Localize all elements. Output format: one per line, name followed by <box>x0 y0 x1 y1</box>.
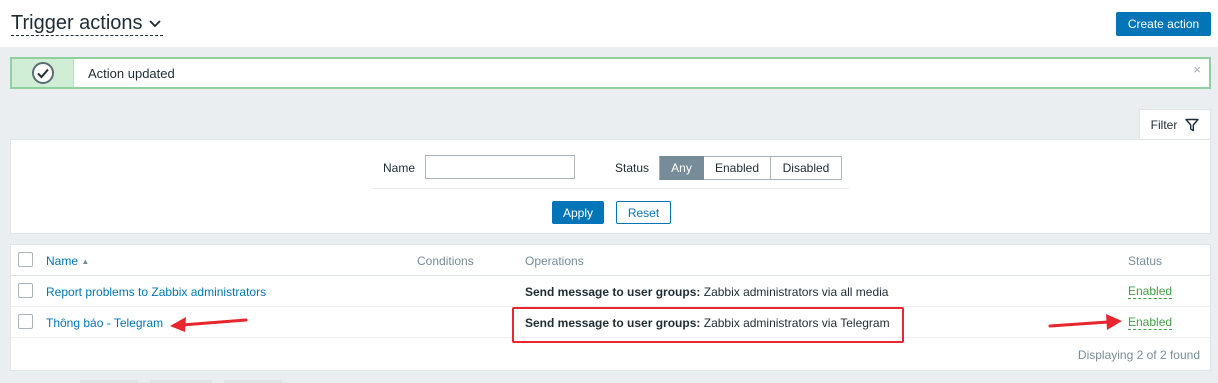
row-checkbox[interactable] <box>18 314 33 329</box>
table-header-row: Name ▲ Conditions Operations Status <box>11 245 1210 276</box>
success-message: Action updated × <box>10 57 1211 89</box>
action-name-link[interactable]: Thông báo - Telegram <box>46 316 163 330</box>
sort-asc-icon: ▲ <box>81 257 90 266</box>
filter-name-input[interactable] <box>425 155 575 179</box>
funnel-icon <box>1185 118 1200 132</box>
annotation-highlight-box <box>512 307 904 343</box>
check-circle-icon <box>31 62 54 84</box>
operation-text: Zabbix administrators via all media <box>703 285 889 299</box>
table-footer-count: Displaying 2 of 2 found <box>1077 348 1200 362</box>
page-title-text: Trigger actions <box>11 12 143 34</box>
page-title[interactable]: Trigger actions <box>11 11 163 36</box>
filter-tab[interactable]: Filter <box>1139 109 1211 140</box>
apply-button[interactable]: Apply <box>552 201 604 224</box>
column-header-operations: Operations <box>525 254 584 268</box>
chevron-down-icon <box>148 20 161 28</box>
operation-prefix: Send message to user groups: <box>525 285 701 299</box>
status-disabled-option[interactable]: Disabled <box>771 156 842 180</box>
page-header: Trigger actions Create action <box>0 0 1218 47</box>
status-toggle[interactable]: Enabled <box>1128 285 1173 299</box>
close-icon[interactable]: × <box>1193 62 1201 77</box>
annotation-arrow-right <box>1048 314 1122 330</box>
filter-panel: Name Status Any Enabled Disabled Apply R… <box>10 139 1211 234</box>
message-text: Action updated <box>88 65 175 81</box>
filter-divider <box>373 188 849 189</box>
select-all-checkbox[interactable] <box>18 252 33 267</box>
status-any-option[interactable]: Any <box>659 156 704 180</box>
annotation-arrow-left <box>170 317 248 332</box>
column-header-status: Status <box>1128 254 1163 268</box>
create-action-button[interactable]: Create action <box>1116 12 1211 36</box>
message-icon-area <box>12 59 74 87</box>
row-checkbox[interactable] <box>18 283 33 298</box>
action-operations: Send message to user groups: Zabbix admi… <box>525 285 888 299</box>
column-header-name[interactable]: Name ▲ <box>46 254 89 268</box>
action-name-link[interactable]: Report problems to Zabbix administrators <box>46 285 266 299</box>
filter-name-label: Name <box>383 161 416 175</box>
filter-tab-label: Filter <box>1150 118 1178 132</box>
column-header-name-label: Name <box>46 254 79 268</box>
status-segmented-control: Any Enabled Disabled <box>659 156 842 180</box>
reset-button[interactable]: Reset <box>616 201 671 224</box>
status-enabled-option[interactable]: Enabled <box>704 156 771 180</box>
column-header-conditions: Conditions <box>417 254 474 268</box>
table-row: Report problems to Zabbix administrators… <box>11 276 1210 307</box>
filter-status-label: Status <box>615 161 650 175</box>
status-toggle[interactable]: Enabled <box>1128 316 1173 330</box>
